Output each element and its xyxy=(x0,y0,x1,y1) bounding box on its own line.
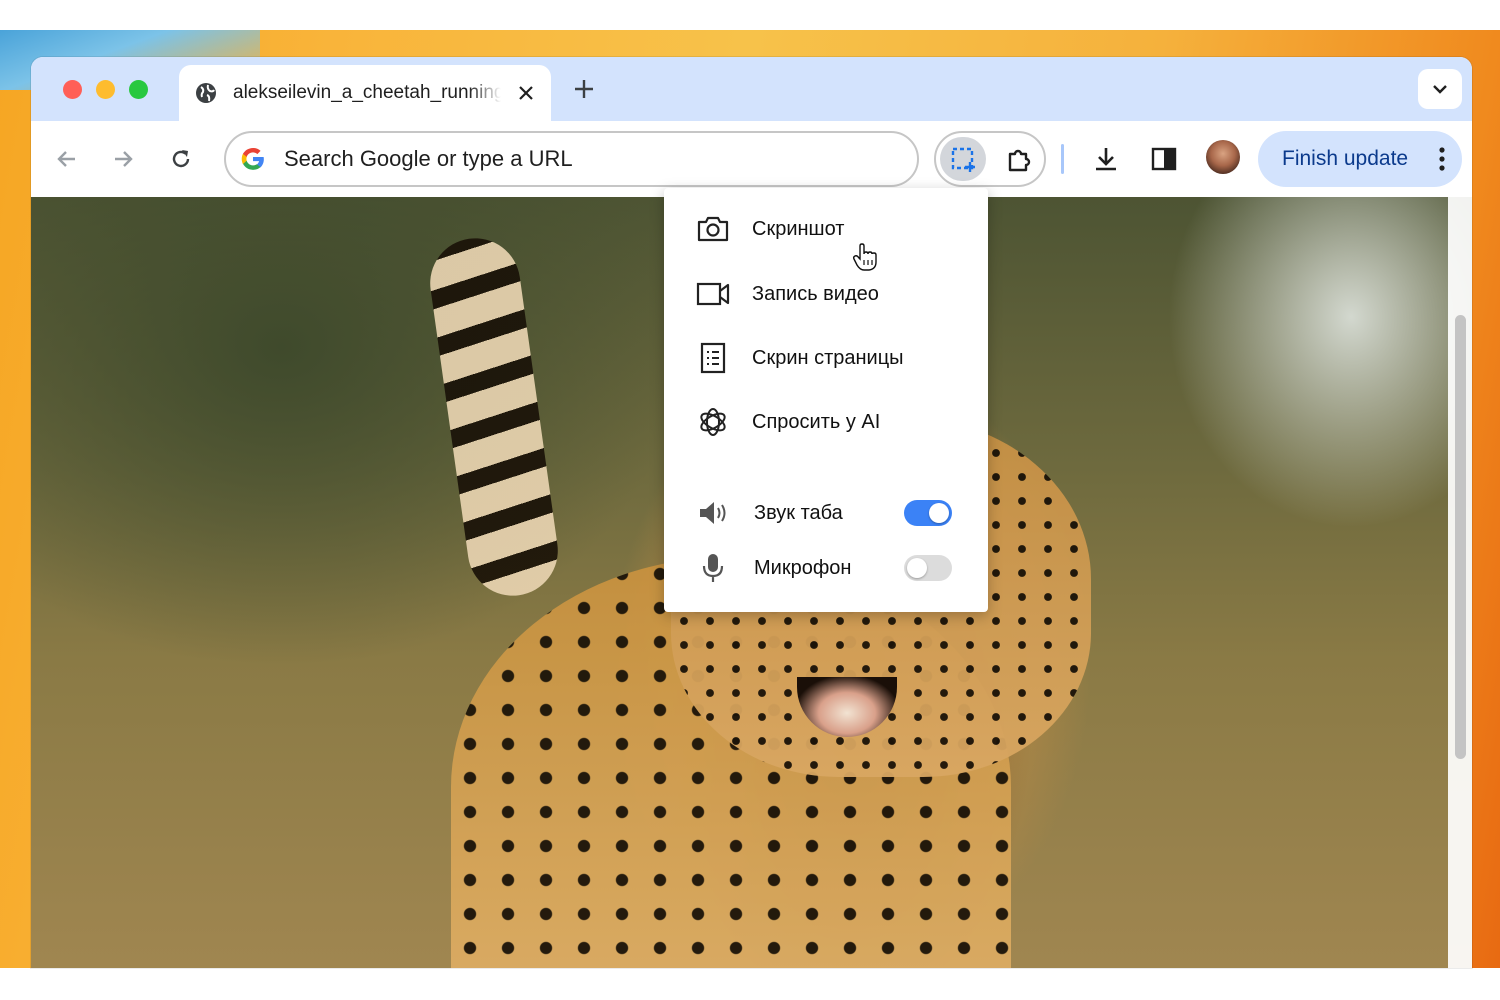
menu-item-label: Спросить у AI xyxy=(752,410,881,433)
finish-update-button[interactable]: Finish update xyxy=(1258,131,1462,187)
more-vertical-icon xyxy=(1439,147,1445,171)
menu-item-screenshot[interactable]: Скриншот xyxy=(664,201,988,257)
zoom-window-button[interactable] xyxy=(129,80,148,99)
toggle-label: Звук таба xyxy=(754,501,843,524)
tab-title: alekseilevin_a_cheetah_running xyxy=(233,82,501,103)
finish-update-label: Finish update xyxy=(1282,147,1409,170)
menu-item-label: Запись видео xyxy=(752,282,879,305)
puzzle-extensions-icon[interactable] xyxy=(996,137,1042,181)
side-panel-icon[interactable] xyxy=(1145,140,1183,178)
switch-knob xyxy=(929,503,949,523)
microphone-icon xyxy=(696,551,730,585)
microphone-switch[interactable] xyxy=(904,555,952,581)
forward-arrow-icon[interactable] xyxy=(105,141,141,177)
toggle-row-tab-audio[interactable]: Звук таба xyxy=(664,485,988,541)
active-tab[interactable]: alekseilevin_a_cheetah_running xyxy=(179,65,551,121)
menu-item-label: Скриншот xyxy=(752,217,845,240)
tab-strip: alekseilevin_a_cheetah_running xyxy=(31,57,1472,121)
switch-knob xyxy=(907,558,927,578)
menu-item-label: Скрин страницы xyxy=(752,346,904,369)
menu-item-page-screenshot[interactable]: Скрин страницы xyxy=(664,330,988,386)
tab-audio-switch[interactable] xyxy=(904,500,952,526)
extensions-group xyxy=(934,131,1046,187)
globe-icon xyxy=(193,80,219,106)
scrollbar-track xyxy=(1448,197,1472,968)
new-tab-plus-icon[interactable] xyxy=(570,75,598,103)
close-window-button[interactable] xyxy=(63,80,82,99)
cheetah-tail xyxy=(424,232,564,602)
tab-search-chevron-icon[interactable] xyxy=(1418,69,1462,109)
camera-icon xyxy=(696,212,730,246)
video-camera-icon xyxy=(696,277,730,311)
screenshot-extension-menu: Скриншот Запись видео Скрин страницы Спр… xyxy=(664,188,988,612)
scrollbar-thumb[interactable] xyxy=(1455,315,1466,759)
minimize-window-button[interactable] xyxy=(96,80,115,99)
menu-item-record-video[interactable]: Запись видео xyxy=(664,266,988,322)
close-tab-icon[interactable] xyxy=(515,82,537,104)
omnibox[interactable] xyxy=(224,131,919,187)
address-input[interactable] xyxy=(284,146,884,172)
toggle-label: Микрофон xyxy=(754,556,852,579)
speaker-icon xyxy=(696,496,730,530)
back-arrow-icon[interactable] xyxy=(49,141,85,177)
screenshot-extension-icon[interactable] xyxy=(940,137,986,181)
openai-logo-icon xyxy=(696,405,730,439)
menu-item-ask-ai[interactable]: Спросить у AI xyxy=(664,394,988,450)
hand-pointer-cursor-icon xyxy=(852,243,877,271)
page-document-icon xyxy=(696,341,730,375)
toolbar: Finish update xyxy=(31,121,1472,197)
download-icon[interactable] xyxy=(1087,140,1125,178)
profile-avatar[interactable] xyxy=(1206,140,1240,174)
toolbar-divider xyxy=(1061,144,1064,174)
toggle-row-microphone[interactable]: Микрофон xyxy=(664,540,988,596)
google-g-icon xyxy=(241,147,264,170)
reload-icon[interactable] xyxy=(163,141,199,177)
